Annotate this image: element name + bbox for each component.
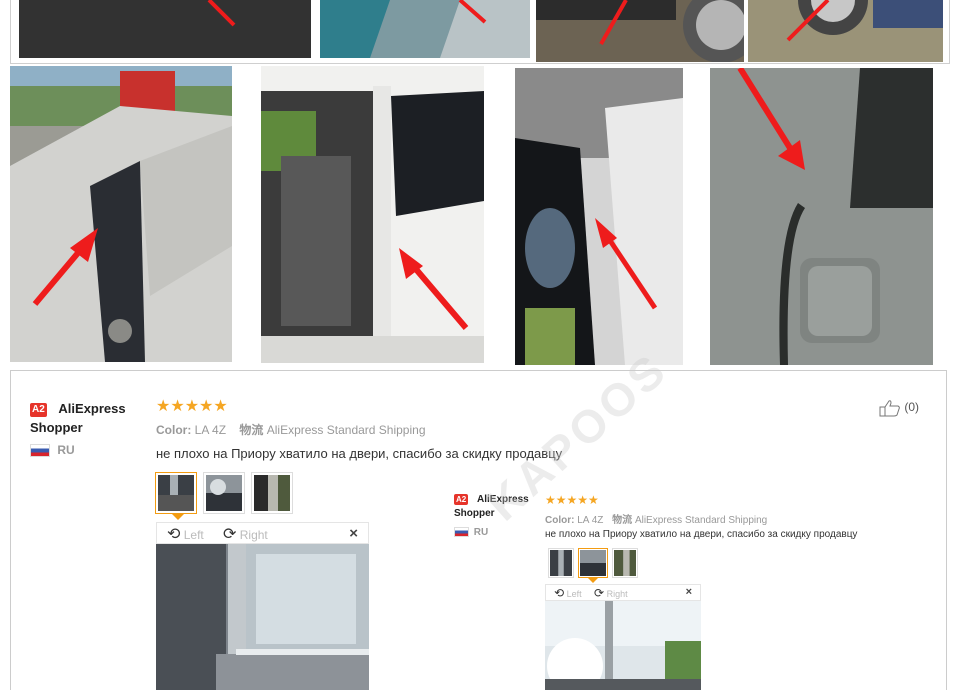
inset-thumb-3[interactable] [612,548,638,578]
review-thumb-1[interactable] [155,472,197,514]
thumb-pointer [172,514,184,520]
inset-reviewer-badge: A2 [454,493,469,505]
inset-review-text: не плохо на Приору хватило на двери, спа… [545,529,858,540]
strip-photo-4 [748,0,943,62]
photo-fuel-flap [710,68,933,365]
ru-flag-icon [30,444,50,458]
rotate-left-icon: ⟲ [554,586,565,600]
photo-door-frame [10,66,232,362]
helpful-button[interactable]: (0) [879,399,919,417]
inset-rating-stars: ★★★★★ [545,493,599,507]
rotate-right-icon: ⟳ [223,526,237,543]
rotate-left-button[interactable]: ⟲ Left [167,524,204,544]
review-thumb-3[interactable] [251,472,293,514]
photo-rear-door [261,66,484,363]
inset-thumb-1[interactable] [548,548,574,578]
rotate-right-icon: ⟳ [594,586,605,600]
helpful-count: (0) [904,400,920,415]
review-meta: Color: LA 4Z 物流 AliExpress Standard Ship… [156,423,426,437]
review-text: не плохо на Приору хватило на двери, спа… [156,446,563,461]
review-panel: A2 AliExpress Shopper RU ★★★★★ Color: LA… [10,342,947,690]
review-enlarged-image [156,544,369,690]
close-icon[interactable]: × [686,586,692,598]
reviewer-info: A2 AliExpress Shopper [30,399,150,437]
ship-icon: 物流 [239,423,264,437]
inset-image-viewer-toolbar: ⟲ Left ⟳ Right × [545,584,701,601]
rotate-left-icon: ⟲ [167,526,181,543]
strip-photo-3 [536,0,744,62]
rotate-right-button[interactable]: ⟳ Right [223,524,268,544]
reviewer-badge: A2 [30,402,47,417]
thumbs-up-icon [879,400,904,417]
inset-thumb-pointer [588,578,598,583]
reviewer-country: RU [30,443,75,458]
review-thumb-2[interactable] [203,472,245,514]
inset-review-meta: Color: LA 4Z 物流 AliExpress Standard Ship… [545,515,768,526]
inset-thumb-2[interactable] [578,548,608,578]
ru-flag-icon [454,527,469,538]
strip-photo-2 [320,0,530,58]
product-page: A2 AliExpress Shopper RU ★★★★★ Color: LA… [0,0,960,690]
inset-enlarged-image [545,601,701,690]
inset-rotate-right-button[interactable]: ⟳ Right [594,586,628,600]
rating-stars: ★★★★★ [156,398,228,415]
image-viewer-toolbar: ⟲ Left ⟳ Right × [156,522,369,544]
strip-photo-1 [19,0,311,58]
close-icon[interactable]: × [349,525,358,542]
inset-reviewer-country: RU [454,527,488,538]
inset-reviewer-info: A2 AliExpress Shopper [454,493,529,519]
inset-rotate-left-button[interactable]: ⟲ Left [554,586,582,600]
photo-black-car-side [515,68,683,365]
